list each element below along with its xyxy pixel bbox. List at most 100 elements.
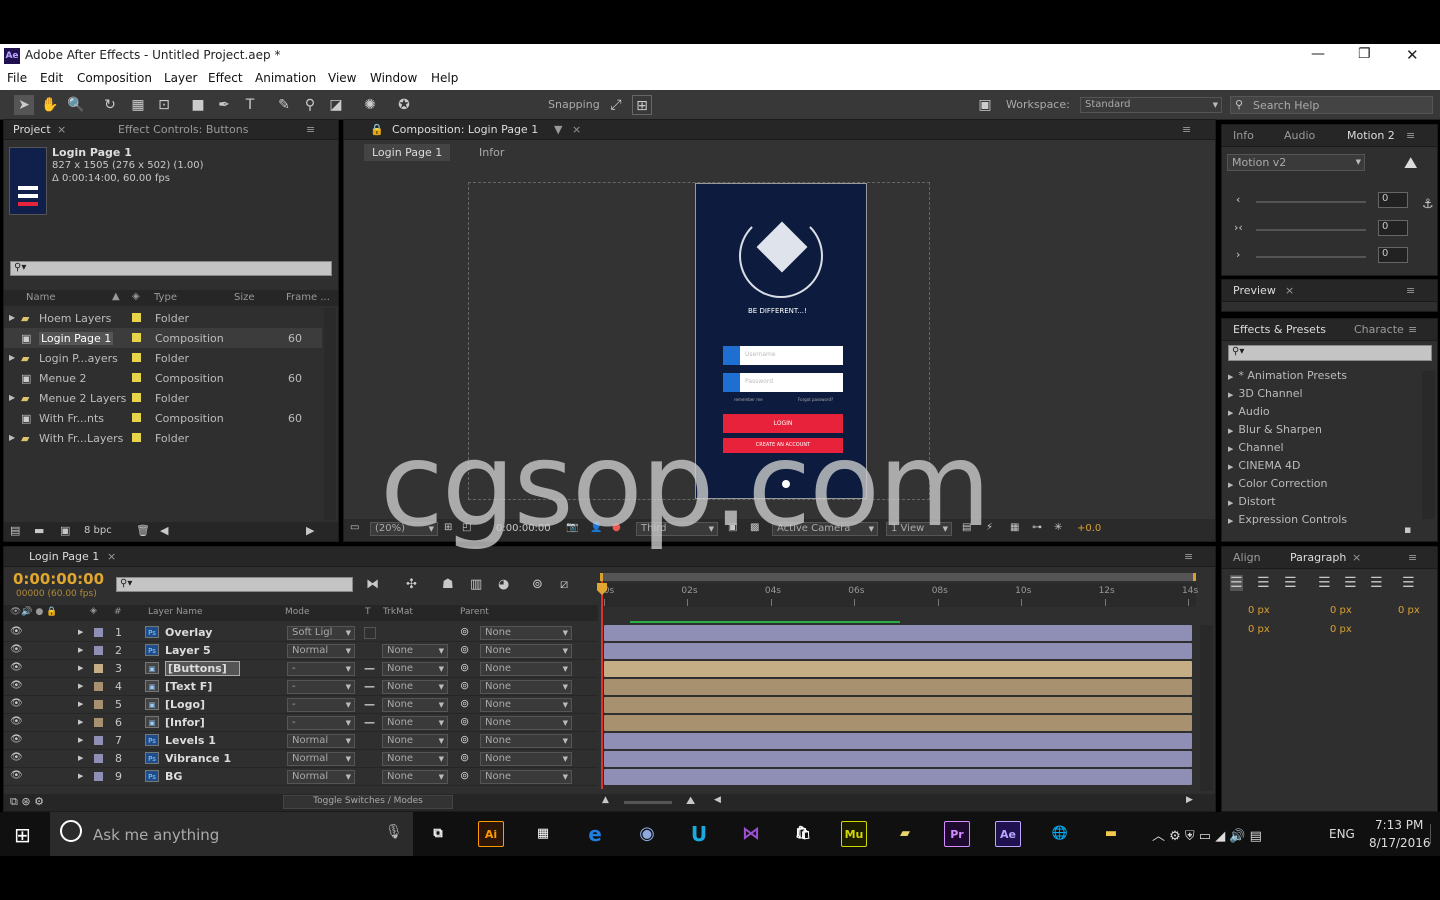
parent-select[interactable]: None bbox=[480, 644, 572, 658]
indent-first-field[interactable]: 0 px bbox=[1330, 605, 1352, 616]
parent-pickwhip-icon[interactable]: ⊚ bbox=[460, 697, 469, 710]
after-effects-taskbar-icon[interactable]: Ae bbox=[995, 821, 1021, 847]
panel-menu-icon[interactable]: ≡ bbox=[1406, 129, 1415, 142]
eraser-tool-icon[interactable]: ◪ bbox=[326, 95, 346, 115]
rotate-tool-icon[interactable]: ↻ bbox=[100, 95, 120, 115]
timeline-icon[interactable]: ▦ bbox=[1010, 522, 1019, 533]
menu-layer[interactable]: Layer bbox=[164, 71, 197, 85]
tab-close-icon[interactable]: × bbox=[1285, 284, 1294, 297]
label-swatch[interactable] bbox=[94, 718, 103, 727]
panel-menu-icon[interactable]: ≡ bbox=[1406, 284, 1415, 297]
project-item[interactable]: ▶ ▰ Menue 2 Layers Folder bbox=[4, 388, 322, 408]
project-scrollbar[interactable] bbox=[324, 308, 336, 520]
visibility-eye-icon[interactable]: 👁 bbox=[10, 626, 23, 637]
clone-stamp-tool-icon[interactable]: ⚲ bbox=[300, 95, 320, 115]
search-help-field[interactable]: ⚲ Search Help bbox=[1230, 96, 1433, 114]
parent-pickwhip-icon[interactable]: ⊚ bbox=[460, 625, 469, 638]
preserve-transparency-toggle[interactable] bbox=[364, 770, 376, 784]
expand-arrow-icon[interactable]: ▶ bbox=[78, 700, 83, 708]
space-after-field[interactable]: 0 px bbox=[1330, 624, 1352, 635]
scroll-left-icon[interactable]: ◀ bbox=[160, 524, 168, 537]
effect-category[interactable]: ▶ Expression Controls bbox=[1228, 513, 1347, 526]
layer-row[interactable]: 👁 ▶ 9 Ps BG Normal None ⊚ None bbox=[4, 768, 598, 786]
track-matte-select[interactable]: None bbox=[382, 716, 448, 730]
breadcrumb-infor[interactable]: Infor bbox=[479, 146, 504, 159]
col-size[interactable]: Size bbox=[234, 292, 255, 303]
windows-start-icon[interactable]: ⊞ bbox=[14, 823, 31, 847]
track-matte-select[interactable]: None bbox=[382, 662, 448, 676]
indent-right-field[interactable]: 0 px bbox=[1398, 605, 1420, 616]
tab-close-icon[interactable]: × bbox=[572, 123, 581, 136]
label-swatch[interactable] bbox=[94, 754, 103, 763]
tab-align[interactable]: Align bbox=[1233, 551, 1261, 564]
menu-file[interactable]: File bbox=[7, 71, 27, 85]
new-preset-icon[interactable]: ▪ bbox=[1404, 523, 1411, 536]
label-swatch[interactable] bbox=[94, 628, 103, 637]
tab-character[interactable]: Characte bbox=[1354, 323, 1404, 336]
expand-arrow-icon[interactable]: ▶ bbox=[78, 772, 83, 780]
visibility-eye-icon[interactable]: 👁 bbox=[10, 698, 23, 709]
zoom-slider[interactable] bbox=[624, 801, 672, 804]
parent-pickwhip-icon[interactable]: ⊚ bbox=[460, 751, 469, 764]
breadcrumb-login-page[interactable]: Login Page 1 bbox=[364, 144, 451, 161]
effects-search-input[interactable]: ⚲▾ bbox=[1228, 345, 1432, 361]
zoom-out-icon[interactable]: ▲ bbox=[602, 795, 609, 805]
parent-select[interactable]: None bbox=[480, 662, 572, 676]
clock-time[interactable]: 7:13 PM bbox=[1375, 818, 1423, 832]
tab-timeline[interactable]: Login Page 1 bbox=[29, 550, 99, 563]
edge-icon[interactable]: e bbox=[582, 821, 608, 847]
layer-name[interactable]: [Text F] bbox=[165, 680, 212, 693]
blend-mode-select[interactable]: Normal bbox=[287, 734, 355, 748]
layer-row[interactable]: 👁 ▶ 6 ▣ [Infor] -— None ⊚ None bbox=[4, 714, 598, 732]
menu-effect[interactable]: Effect bbox=[208, 71, 243, 85]
align-left-icon[interactable]: ☰ bbox=[1230, 575, 1243, 591]
type-tool-icon[interactable]: T bbox=[240, 95, 260, 115]
layer-duration-bar[interactable] bbox=[604, 625, 1192, 641]
blend-mode-select[interactable]: - bbox=[287, 698, 355, 712]
parent-select[interactable]: None bbox=[480, 626, 572, 640]
layer-duration-bar[interactable] bbox=[604, 679, 1192, 695]
layer-row[interactable]: 👁 ▶ 3 ▣ [Buttons] -— None ⊚ None bbox=[4, 660, 598, 678]
space-before-field[interactable]: 0 px bbox=[1248, 624, 1270, 635]
track-matte-select[interactable]: None bbox=[382, 734, 448, 748]
timecode[interactable]: 0:00:00:00 bbox=[13, 570, 104, 588]
expand-arrow-icon[interactable]: ▶ bbox=[9, 313, 15, 322]
visibility-eye-icon[interactable]: 👁 bbox=[10, 680, 23, 691]
comp-dropdown-icon[interactable]: ▼ bbox=[554, 123, 562, 136]
indent-left-field[interactable]: 0 px bbox=[1248, 605, 1270, 616]
time-ruler[interactable]: 00s02s04s06s08s10s12s14s bbox=[598, 583, 1198, 607]
col-parent[interactable]: Parent bbox=[460, 607, 489, 617]
tab-effects-presets[interactable]: Effects & Presets bbox=[1233, 323, 1326, 336]
graph-editor-icon[interactable]: ⊚ bbox=[532, 577, 543, 592]
col-frame[interactable]: Frame ... bbox=[286, 292, 330, 303]
preserve-transparency-toggle[interactable]: — bbox=[364, 662, 376, 676]
playhead[interactable] bbox=[601, 581, 603, 789]
justify-all-icon[interactable]: ☰ bbox=[1402, 575, 1415, 591]
store-icon[interactable]: 🛍 bbox=[790, 821, 816, 847]
effect-category[interactable]: ▶ Channel bbox=[1228, 441, 1284, 454]
chrome-like-icon[interactable]: ◉ bbox=[634, 821, 660, 847]
toggle-switches-modes-button[interactable]: Toggle Switches / Modes bbox=[283, 795, 453, 809]
preserve-transparency-toggle[interactable]: — bbox=[364, 698, 376, 712]
col-trkmat[interactable]: TrkMat bbox=[383, 607, 413, 617]
slider-1[interactable] bbox=[1256, 201, 1366, 203]
parent-select[interactable]: None bbox=[480, 716, 572, 730]
project-item[interactable]: ▣ Menue 2 Composition 60 bbox=[4, 368, 322, 388]
visibility-eye-icon[interactable]: 👁 bbox=[10, 734, 23, 745]
layer-row[interactable]: 👁 ▶ 1 Ps Overlay Soft Ligl ⊚ None bbox=[4, 624, 598, 642]
layer-name[interactable]: Levels 1 bbox=[165, 734, 216, 747]
track-matte-select[interactable]: None bbox=[382, 680, 448, 694]
visual-studio-icon[interactable]: ⋈ bbox=[738, 821, 764, 847]
blend-mode-select[interactable]: - bbox=[287, 662, 355, 676]
pen-tool-icon[interactable]: ✒ bbox=[214, 95, 234, 115]
rectangle-tool-icon[interactable]: ■ bbox=[188, 95, 208, 115]
expand-arrow-icon[interactable]: ▶ bbox=[1228, 499, 1233, 507]
panel-menu-icon[interactable]: ≡ bbox=[306, 123, 315, 136]
layer-switches-icon[interactable]: ⧉ ⊛ ⚙ bbox=[10, 795, 44, 809]
tab-close-icon[interactable]: × bbox=[1352, 551, 1361, 564]
project-item[interactable]: ▶ ▰ With Fr...Layers Folder bbox=[4, 428, 322, 448]
restore-button[interactable]: ❐ bbox=[1358, 46, 1371, 62]
expand-arrow-icon[interactable]: ▶ bbox=[78, 718, 83, 726]
project-item[interactable]: ▣ Login Page 1 Composition 60 bbox=[4, 328, 322, 348]
tab-info[interactable]: Info bbox=[1233, 129, 1254, 142]
